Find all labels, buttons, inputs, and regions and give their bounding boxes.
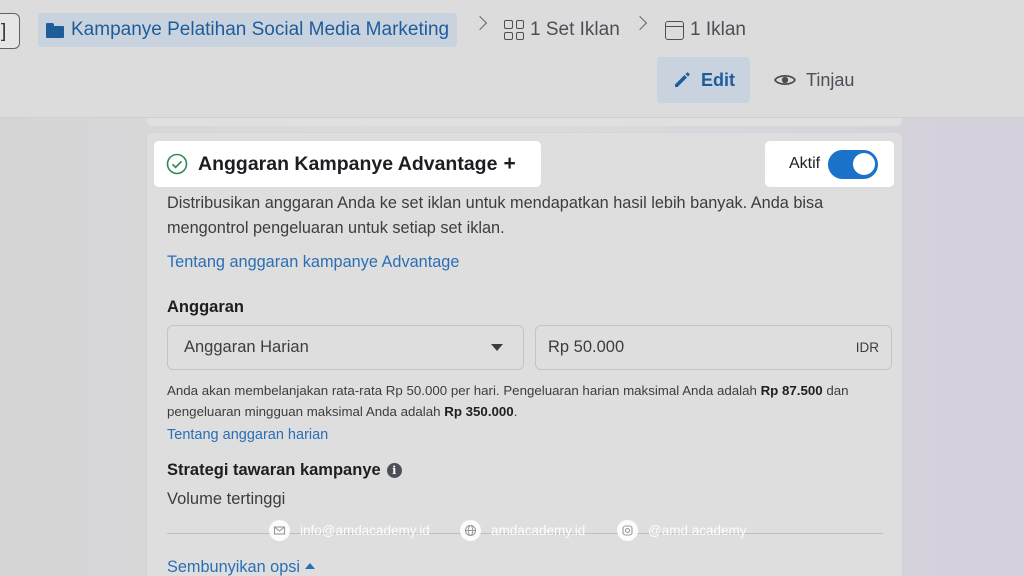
hide-options-link[interactable]: Sembunyikan opsi: [167, 558, 316, 576]
breadcrumb-ad[interactable]: 1 Iklan: [665, 13, 746, 47]
globe-icon: [460, 519, 481, 541]
breadcrumb-ad-set[interactable]: 1 Set Iklan: [504, 13, 620, 47]
eye-icon: [774, 72, 796, 88]
budget-amount-input[interactable]: Rp 50.000 IDR: [535, 325, 892, 370]
bid-strategy-label: Strategi tawaran kampanye i: [167, 461, 402, 480]
review-button[interactable]: Tinjau: [774, 57, 854, 103]
chevron-right-icon: [632, 15, 648, 31]
toggle-knob: [853, 152, 876, 175]
advantage-budget-toggle[interactable]: [828, 149, 879, 179]
card-description: Distribusikan anggaran Anda ke set iklan…: [167, 194, 824, 237]
edit-button[interactable]: Edit: [657, 57, 750, 103]
ad-window-icon: [665, 20, 684, 40]
back-nav-button[interactable]: ]: [0, 13, 20, 49]
breadcrumb-ad-label: 1 Iklan: [690, 19, 746, 40]
info-icon[interactable]: i: [386, 463, 402, 478]
instagram-icon: [617, 519, 638, 541]
previous-card-edge: [147, 118, 902, 126]
toggle-label: Aktif: [789, 155, 821, 172]
watermark-instagram: @amd.academy: [617, 519, 747, 541]
grid-icon: [504, 20, 524, 40]
breadcrumb-ad-set-label: 1 Set Iklan: [530, 19, 620, 40]
check-circle-icon: [166, 153, 188, 175]
chevron-right-icon: [472, 15, 488, 31]
breadcrumb-campaign-label: Kampanye Pelatihan Social Media Marketin…: [71, 19, 450, 40]
breadcrumb-campaign[interactable]: Kampanye Pelatihan Social Media Marketin…: [38, 13, 458, 47]
currency-label: IDR: [855, 340, 879, 355]
mail-icon: [269, 519, 290, 541]
budget-type-select[interactable]: Anggaran Harian: [167, 325, 524, 370]
advantage-plus-icon: +: [503, 152, 516, 175]
card-title-highlight: Anggaran Kampanye Advantage +: [154, 141, 541, 187]
about-advantage-budget-link[interactable]: Tentang anggaran kampanye Advantage: [167, 253, 459, 272]
bid-strategy-value: Volume tertinggi: [167, 490, 286, 508]
pencil-icon: [672, 70, 692, 90]
about-daily-budget-link[interactable]: Tentang anggaran harian: [167, 427, 328, 443]
toggle-highlight: Aktif: [765, 141, 894, 187]
caret-down-icon: [491, 344, 503, 351]
review-button-label: Tinjau: [806, 69, 855, 90]
top-bar: ] Kampanye Pelatihan Social Media Market…: [0, 0, 1024, 118]
watermark-website: amdacademy.id: [460, 519, 585, 541]
budget-amount-value: Rp 50.000: [548, 338, 625, 356]
watermark-email: info@amdacademy.id: [269, 519, 430, 541]
budget-type-value: Anggaran Harian: [184, 338, 309, 356]
card-title: Anggaran Kampanye Advantage: [198, 152, 498, 175]
folder-icon: [46, 22, 64, 38]
edit-button-label: Edit: [701, 69, 735, 90]
budget-section-label: Anggaran: [167, 298, 245, 316]
budget-note: Anda akan membelanjakan rata-rata Rp 50.…: [167, 383, 849, 419]
caret-up-icon: [305, 563, 316, 569]
